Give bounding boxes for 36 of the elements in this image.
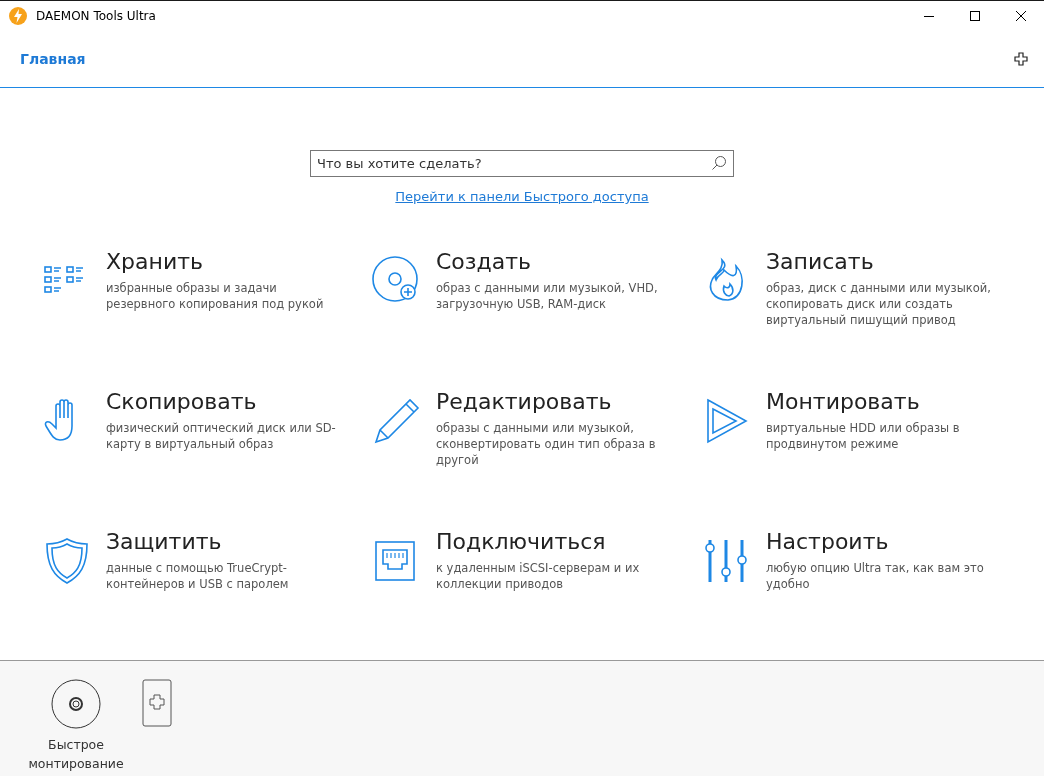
- action-title[interactable]: Защитить: [106, 528, 338, 556]
- action-title[interactable]: Редактировать: [436, 388, 668, 416]
- sliders-icon: [705, 538, 747, 584]
- pencil-icon: [375, 398, 420, 443]
- search-field[interactable]: Что вы хотите сделать?: [310, 150, 734, 177]
- action-title[interactable]: Создать: [436, 248, 668, 276]
- window-title: DAEMON Tools Ultra: [36, 9, 156, 23]
- list-icon: [44, 266, 84, 293]
- hand-icon: [44, 399, 73, 441]
- lightning-logo-icon: [9, 7, 27, 25]
- search-icon[interactable]: [711, 155, 727, 171]
- action-title[interactable]: Монтировать: [766, 388, 998, 416]
- quick-access-link[interactable]: Перейти к панели Быстрого доступа: [395, 189, 649, 204]
- action-description: любую опцию Ultra так, как вам это удобно: [766, 560, 985, 592]
- quick-mount-label[interactable]: Быстрое монтирование: [28, 735, 124, 773]
- action-description: данные с помощью TrueCrypt-контейнеров и USB с паролем: [106, 560, 290, 592]
- action-description: образы с данными или музыкой, сконвертировать один тип образа в другой: [436, 420, 657, 468]
- action-title[interactable]: Подключиться: [436, 528, 668, 556]
- action-title[interactable]: Скопировать: [106, 388, 338, 416]
- action-description: физический оптический диск или SD-карту в виртуальный образ: [106, 420, 337, 452]
- action-title[interactable]: Настроить: [766, 528, 998, 556]
- action-description: к удаленным iSCSI-серверам и их коллекции приводов: [436, 560, 641, 592]
- action-description: образ с данными или музыкой, VHD, загрузочную USB, RAM-диск: [436, 280, 659, 312]
- shield-icon: [46, 538, 88, 584]
- action-title[interactable]: Записать: [766, 248, 998, 276]
- disc-add-icon: [372, 256, 418, 302]
- action-description: виртуальные HDD или образы в продвинутом режиме: [766, 420, 961, 452]
- disc-icon[interactable]: [51, 679, 101, 729]
- tab[interactable]: Главная: [20, 51, 86, 67]
- flame-icon: [709, 259, 743, 301]
- add-tab-icon[interactable]: [1014, 52, 1028, 66]
- action-description: образ, диск с данными или музыкой, скопировать диск или создать виртуальный пишущий привод: [766, 280, 992, 328]
- play-icon: [707, 398, 748, 444]
- action-description: избранные образы и задачи резервного копирования под рукой: [106, 280, 325, 312]
- network-port-icon: [375, 541, 415, 581]
- action-title[interactable]: Хранить: [106, 248, 338, 276]
